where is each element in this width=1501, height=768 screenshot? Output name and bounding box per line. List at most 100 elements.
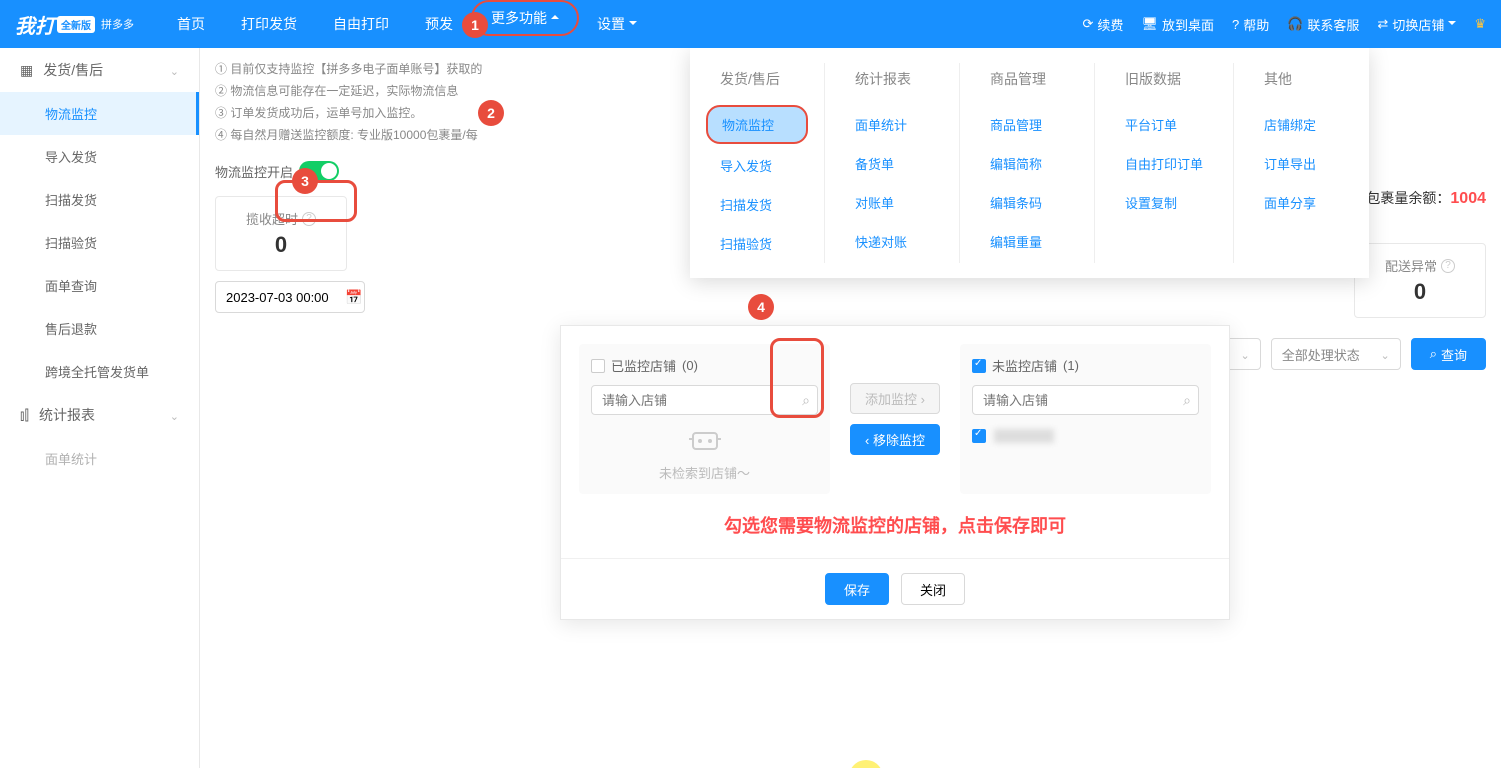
renew-link[interactable]: ⟳续费 <box>1083 15 1124 34</box>
query-button[interactable]: ⌕查询 <box>1411 338 1486 370</box>
dd-item[interactable]: 面单分享 <box>1264 183 1339 222</box>
dd-item[interactable]: 编辑条码 <box>990 183 1064 222</box>
cursor-highlight <box>849 760 883 768</box>
dd-col-legacy: 旧版数据 平台订单 自由打印订单 设置复制 <box>1095 63 1234 263</box>
store-name-blurred <box>994 429 1054 443</box>
label: 面单统计 <box>855 118 907 133</box>
value: 0 <box>246 232 316 258</box>
sidebar-item-import[interactable]: 导入发货 <box>0 135 199 178</box>
close-button[interactable]: 关闭 <box>901 573 965 605</box>
process-status-select[interactable]: 全部处理状态 <box>1271 338 1401 370</box>
callout-2: 2 <box>478 100 504 126</box>
panel-title: 未监控店铺 <box>992 356 1057 375</box>
sidebar-item-waybill[interactable]: 面单查询 <box>0 264 199 307</box>
date-input[interactable] <box>215 281 365 313</box>
dd-item-logistics[interactable]: 物流监控 <box>706 105 808 144</box>
label: 4 <box>757 299 765 315</box>
dd-item[interactable]: 快递对账 <box>855 222 929 261</box>
desktop-link[interactable]: 🖥放到桌面 <box>1141 15 1214 34</box>
remove-monitor-button[interactable]: ‹ 移除监控 <box>850 424 940 455</box>
chevron-up-icon <box>551 10 559 26</box>
unmonitored-panel: 未监控店铺 (1) ⌕ <box>960 344 1211 494</box>
dd-item[interactable]: 对账单 <box>855 183 929 222</box>
dd-item[interactable]: 设置复制 <box>1125 183 1203 222</box>
quota-value: 1004 <box>1450 190 1486 207</box>
nav-home[interactable]: 首页 <box>159 0 223 48</box>
label: 导入发货 <box>45 150 97 165</box>
dd-item-scan-check[interactable]: 扫描验货 <box>720 224 794 263</box>
label: 编辑简称 <box>990 157 1042 172</box>
dd-item[interactable]: 编辑重量 <box>990 222 1064 261</box>
stat-delivery-exception[interactable]: 配送异常? 0 <box>1354 243 1486 318</box>
empty-text: 未检索到店铺～ <box>659 463 750 482</box>
dd-item[interactable]: 面单统计 <box>855 105 929 144</box>
filter-row: 📅 <box>215 281 1486 313</box>
sidebar-group-shipping[interactable]: ▦ 发货/售后 <box>0 48 199 92</box>
label: 店铺绑定 <box>1264 118 1316 133</box>
label: 商品管理 <box>990 118 1042 133</box>
unmonitored-search-input[interactable] <box>972 385 1199 415</box>
label: 面单分享 <box>1264 196 1316 211</box>
dd-item[interactable]: 自由打印订单 <box>1125 144 1203 183</box>
top-right: ⟳续费 🖥放到桌面 ?帮助 🎧联系客服 ⇄切换店铺 ♛ <box>1083 15 1486 34</box>
label: 查询 <box>1441 345 1467 364</box>
swap-icon: ⇄ <box>1377 16 1388 32</box>
label: 跨境全托管发货单 <box>45 365 149 380</box>
chevron-right-icon <box>921 392 925 407</box>
top-nav: 首页 打印发货 自由打印 预发 更多功能 设置 <box>159 0 655 48</box>
store-checkbox[interactable] <box>972 429 986 443</box>
dd-item[interactable]: 商品管理 <box>990 105 1064 144</box>
more-dropdown: 发货/售后 物流监控 导入发货 扫描发货 扫描验货 统计报表 面单统计 备货单 … <box>690 48 1369 278</box>
sidebar-group-reports[interactable]: ⫾⫿ 统计报表 <box>0 393 199 437</box>
toggle-label: 物流监控开启 <box>215 162 293 181</box>
dd-item[interactable]: 订单导出 <box>1264 144 1339 183</box>
help-link[interactable]: ?帮助 <box>1232 15 1269 34</box>
label: 订单导出 <box>1264 157 1316 172</box>
sidebar-item-crossborder[interactable]: 跨境全托管发货单 <box>0 350 199 393</box>
dd-item[interactable]: 编辑简称 <box>990 144 1064 183</box>
select-all-checkbox[interactable] <box>591 359 605 373</box>
contact-link[interactable]: 🎧联系客服 <box>1287 15 1359 34</box>
dd-item[interactable]: 备货单 <box>855 144 929 183</box>
modal-footer: 保存 关闭 <box>561 558 1229 619</box>
add-monitor-button[interactable]: 添加监控 <box>850 383 940 414</box>
nav-label: 设置 <box>597 14 625 34</box>
dd-item-import[interactable]: 导入发货 <box>720 146 794 185</box>
chevron-down-icon <box>170 407 179 423</box>
search-icon: ⌕ <box>1183 392 1191 409</box>
calendar-icon: 📅 <box>345 289 362 306</box>
sidebar-item-waybill-stats[interactable]: 面单统计 <box>0 437 199 480</box>
dd-col-other: 其他 店铺绑定 订单导出 面单分享 <box>1234 63 1369 263</box>
select-all-checkbox[interactable] <box>972 359 986 373</box>
sidebar-item-scan-check[interactable]: 扫描验货 <box>0 221 199 264</box>
store-item[interactable] <box>972 425 1199 447</box>
dd-head: 统计报表 <box>855 63 929 95</box>
chevron-down-icon <box>1240 347 1249 362</box>
label: 扫描发货 <box>45 193 97 208</box>
dd-item[interactable]: 平台订单 <box>1125 105 1203 144</box>
panel-title: 已监控店铺 <box>611 356 676 375</box>
nav-settings[interactable]: 设置 <box>579 0 655 48</box>
label: 物流监控 <box>722 118 774 133</box>
nav-more[interactable]: 更多功能 <box>471 0 579 36</box>
label: 备货单 <box>855 157 894 172</box>
dd-head: 其他 <box>1264 63 1339 95</box>
label: 关闭 <box>920 580 946 599</box>
label: 全部处理状态 <box>1282 345 1360 364</box>
label: 售后退款 <box>45 322 97 337</box>
nav-free-print[interactable]: 自由打印 <box>315 0 407 48</box>
label: 面单查询 <box>45 279 97 294</box>
label: 3 <box>301 173 309 189</box>
dd-item-scan-ship[interactable]: 扫描发货 <box>720 185 794 224</box>
dd-item[interactable]: 店铺绑定 <box>1264 105 1339 144</box>
sidebar-item-refund[interactable]: 售后退款 <box>0 307 199 350</box>
label: 物流监控 <box>45 107 97 122</box>
nav-print-ship[interactable]: 打印发货 <box>223 0 315 48</box>
label: 扫描发货 <box>720 198 772 213</box>
sidebar-item-scan-ship[interactable]: 扫描发货 <box>0 178 199 221</box>
save-button[interactable]: 保存 <box>825 573 889 605</box>
nav-label: 预发 <box>425 14 453 34</box>
logo-sub: 拼多多 <box>101 16 134 32</box>
sidebar-item-logistics[interactable]: 物流监控 <box>0 92 199 135</box>
switch-store-link[interactable]: ⇄切换店铺 <box>1377 15 1456 34</box>
